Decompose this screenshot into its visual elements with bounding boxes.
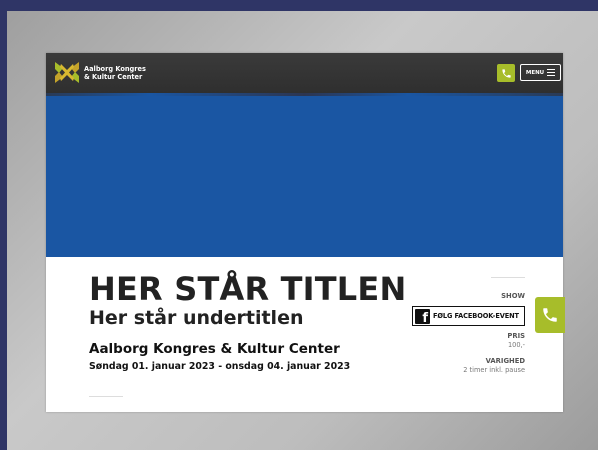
akkc-logo-icon[interactable] bbox=[54, 59, 80, 86]
page-subtitle: Her står undertitlen bbox=[89, 307, 304, 329]
event-venue: Aalborg Kongres & Kultur Center bbox=[89, 341, 340, 357]
page-title: HER STÅR TITLEN bbox=[89, 270, 407, 308]
logo-line-1: Aalborg Kongres bbox=[84, 65, 146, 73]
event-dates: Søndag 01. januar 2023 - onsdag 04. janu… bbox=[89, 361, 351, 372]
logo-line-2: & Kultur Center bbox=[84, 73, 143, 81]
price-info: PRIS 100,- bbox=[507, 332, 525, 349]
duration-info: VARIGHED 2 timer inkl. pause bbox=[463, 357, 525, 374]
divider bbox=[89, 396, 123, 397]
phone-icon bbox=[543, 308, 557, 322]
site-header: Aalborg Kongres & Kultur Center MENU bbox=[46, 53, 563, 93]
outer-top-bar bbox=[0, 0, 598, 11]
hero-image-edge bbox=[46, 93, 563, 96]
menu-button[interactable]: MENU bbox=[520, 64, 561, 81]
duration-value: 2 timer inkl. pause bbox=[463, 366, 525, 374]
outer-left-bar bbox=[0, 0, 7, 450]
website-frame: Aalborg Kongres & Kultur Center MENU HER… bbox=[46, 53, 563, 412]
facebook-icon: f bbox=[415, 308, 430, 324]
sidebar-divider bbox=[491, 277, 525, 278]
facebook-event-label: FØLG FACEBOOK-EVENT bbox=[433, 312, 519, 320]
event-category: SHOW bbox=[501, 292, 525, 300]
header-phone-button[interactable] bbox=[497, 64, 515, 82]
logo-text[interactable]: Aalborg Kongres & Kultur Center bbox=[84, 65, 146, 81]
hero-image bbox=[46, 93, 563, 257]
floating-phone-button[interactable] bbox=[535, 297, 565, 333]
price-value: 100,- bbox=[507, 341, 525, 349]
menu-label: MENU bbox=[525, 69, 545, 76]
facebook-event-button[interactable]: f FØLG FACEBOOK-EVENT bbox=[412, 306, 525, 326]
price-label: PRIS bbox=[507, 332, 525, 340]
duration-label: VARIGHED bbox=[485, 357, 525, 365]
hamburger-icon bbox=[547, 69, 556, 76]
phone-icon bbox=[501, 68, 511, 78]
